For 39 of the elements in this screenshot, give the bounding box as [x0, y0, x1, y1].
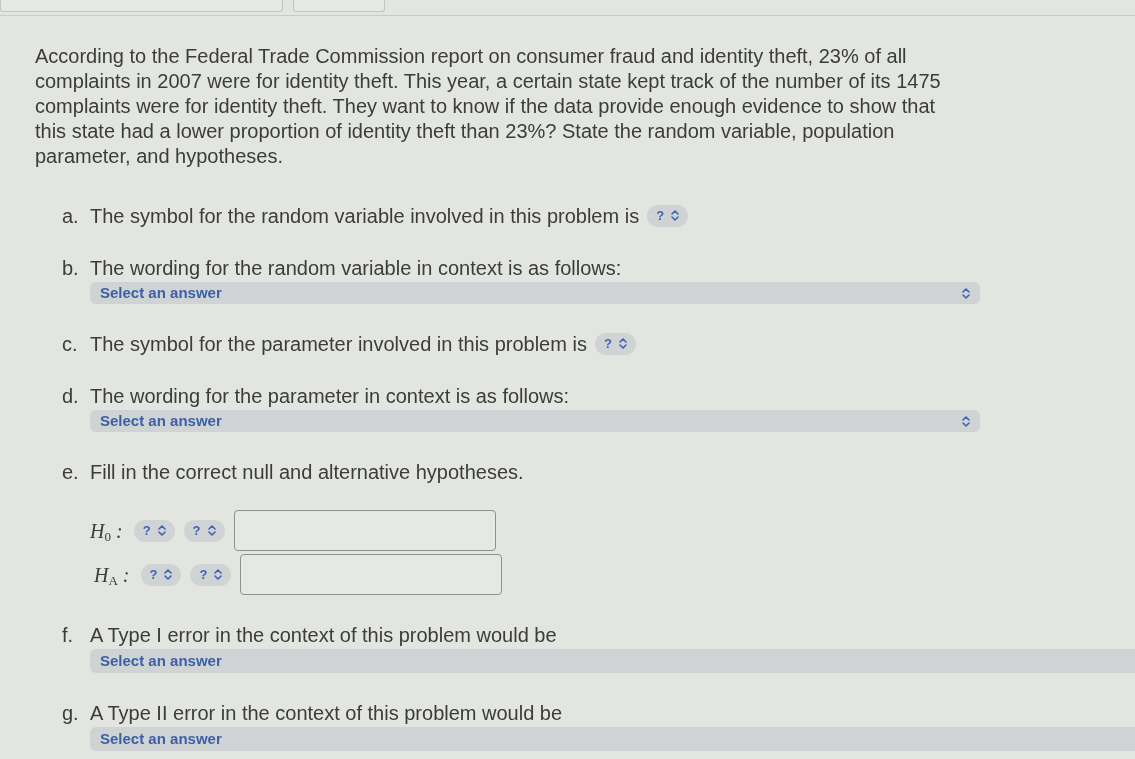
chevron-updown-icon: [164, 569, 173, 580]
prompt-text: The symbol for the parameter involved in this problem is: [90, 331, 587, 357]
item-letter: g.: [62, 700, 80, 726]
prompt-text: A Type II error in the context of this problem would be: [90, 700, 563, 726]
prompt-text: A Type I error in the context of this problem would be: [90, 622, 557, 648]
answer-dropdown[interactable]: Select an answer: [90, 727, 1135, 751]
chevron-updown-icon: [157, 525, 166, 536]
item-letter: d.: [62, 383, 80, 409]
prompt-text: The wording for the parameter in context is as follows:: [90, 383, 570, 409]
symbol-dropdown[interactable]: ?: [190, 563, 232, 586]
prompt-text: The wording for the random variable in context is as follows:: [90, 255, 622, 281]
item-letter: e.: [62, 459, 80, 485]
prompt-text: Fill in the correct null and alternative hypotheses.: [90, 459, 524, 485]
item-letter: b.: [62, 255, 80, 281]
cropped-button[interactable]: [293, 0, 385, 12]
answer-dropdown[interactable]: Select an answer: [90, 410, 980, 432]
item-letter: f.: [62, 622, 75, 648]
answer-box[interactable]: [240, 554, 503, 595]
symbol-dropdown[interactable]: ?: [647, 204, 689, 227]
symbol-dropdown[interactable]: ?: [594, 332, 636, 355]
answer-dropdown[interactable]: Select an answer: [90, 282, 980, 304]
prompt-text: The symbol for the random variable involved in this problem is: [90, 203, 640, 229]
symbol-dropdown[interactable]: ?: [133, 519, 175, 542]
hypothesis-label: H$_{A}$ :: [94, 562, 130, 590]
chevron-updown-icon: [962, 415, 970, 427]
answer-dropdown[interactable]: Select an answer: [90, 649, 1135, 673]
chevron-updown-icon: [671, 210, 680, 221]
question-text: According to the Federal Trade Commission report on consumer fraud and identity theft, 23% of all complaints in 2007 were for identity theft. This year, a certain state kept track of the number of its 1475 complaints were for identity theft. They want to know if the data provide enough evidence to show that this state had a lower proportion of identity theft than 23%? State the random variable, population parameter, and hypotheses.: [35, 44, 942, 169]
symbol-dropdown[interactable]: ?: [140, 563, 182, 586]
chevron-updown-icon: [214, 569, 223, 580]
chevron-updown-icon: [207, 525, 216, 536]
cropped-button[interactable]: [0, 0, 283, 12]
hypothesis-label: H$_{0}$ :: [90, 518, 123, 546]
item-letter: a.: [62, 203, 80, 229]
symbol-dropdown[interactable]: ?: [183, 519, 225, 542]
chevron-updown-icon: [962, 287, 970, 299]
answer-box[interactable]: [233, 510, 496, 551]
chevron-updown-icon: [618, 338, 627, 349]
item-letter: c.: [62, 331, 79, 357]
